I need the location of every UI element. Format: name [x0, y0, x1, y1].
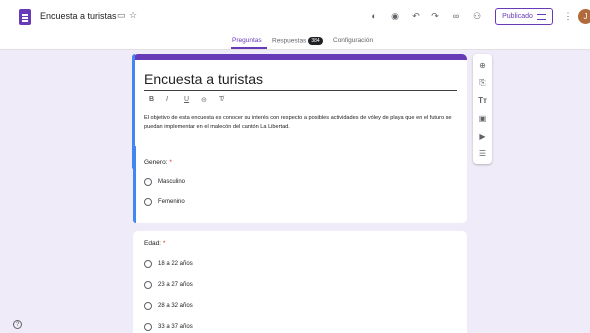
radio-button[interactable] [144, 323, 152, 331]
folder-icon[interactable]: ▭ [117, 10, 126, 21]
undo-icon[interactable]: ↶ [409, 9, 423, 23]
floating-toolbar: ⊕ ⎘ Tт ▣ ▶ ☰ [473, 54, 492, 164]
active-tab-indicator [231, 47, 267, 49]
radio-option[interactable]: Masculino [144, 178, 185, 186]
add-collaborator-icon[interactable]: ⚇ [470, 9, 484, 23]
radio-button[interactable] [144, 260, 152, 268]
add-section-icon[interactable]: ☰ [476, 147, 489, 160]
add-question-icon[interactable]: ⊕ [476, 59, 489, 72]
radio-button[interactable] [144, 302, 152, 310]
redo-icon[interactable]: ↷ [428, 9, 442, 23]
star-icon[interactable]: ☆ [129, 10, 137, 21]
italic-button[interactable]: I [166, 96, 168, 103]
tab-bar: Preguntas Respuestas 384 Configuración [0, 34, 590, 50]
title-underline [144, 90, 457, 91]
clear-format-icon[interactable]: T̸ [219, 96, 223, 103]
publish-button[interactable]: Publicado [495, 8, 553, 25]
focus-accent-bar [133, 146, 136, 223]
form-title[interactable]: Encuesta a turistas [144, 71, 263, 87]
insert-link-icon[interactable]: ⊝ [201, 96, 207, 104]
question-label: Edad: [144, 240, 161, 247]
form-description[interactable]: El objetivo de esta encuesta es conocer … [144, 114, 457, 131]
question-card-edad[interactable]: Edad: * 18 a 22 años 23 a 27 años 28 a 3… [133, 231, 467, 333]
add-video-icon[interactable]: ▶ [476, 130, 489, 143]
add-image-icon[interactable]: ▣ [476, 112, 489, 125]
more-options-icon[interactable]: ⋮ [561, 9, 575, 23]
document-title[interactable]: Encuesta a turistas [40, 11, 117, 21]
radio-button[interactable] [144, 178, 152, 186]
import-questions-icon[interactable]: ⎘ [476, 76, 489, 89]
option-label: Femenino [158, 199, 185, 205]
settings-sliders-icon [536, 13, 546, 20]
forms-logo-icon[interactable] [19, 9, 31, 25]
avatar[interactable]: J [578, 9, 590, 24]
help-icon[interactable]: ? [13, 320, 22, 329]
underline-button[interactable]: U [184, 96, 189, 103]
required-marker: * [169, 159, 172, 166]
responses-count-badge: 384 [308, 37, 323, 45]
option-label: 23 a 27 años [158, 282, 193, 288]
option-label: 28 a 32 años [158, 303, 193, 309]
link-icon[interactable]: ∞ [449, 9, 463, 23]
question-title: Edad: * [144, 240, 165, 247]
publish-label: Publicado [502, 13, 533, 20]
tab-preguntas[interactable]: Preguntas [232, 37, 262, 44]
required-marker: * [162, 240, 166, 247]
option-label: 33 a 37 años [158, 324, 193, 330]
radio-option[interactable]: 23 a 27 años [144, 281, 193, 289]
radio-option[interactable]: 28 a 32 años [144, 302, 193, 310]
option-label: 18 a 22 años [158, 261, 193, 267]
radio-option[interactable]: 33 a 37 años [144, 323, 193, 331]
palette-icon[interactable]: ◐ [367, 9, 381, 23]
radio-option[interactable]: 18 a 22 años [144, 260, 193, 268]
radio-button[interactable] [144, 198, 152, 206]
top-bar: Encuesta a turistas ▭ ☆ ◐ ◉ ↶ ↷ ∞ ⚇ Publ… [0, 0, 590, 34]
radio-option[interactable]: Femenino [144, 198, 185, 206]
question-label: Genero: [144, 159, 168, 166]
tab-respuestas[interactable]: Respuestas 384 [272, 37, 323, 45]
question-card-genero[interactable]: Genero: * Masculino Femenino [133, 146, 467, 223]
radio-button[interactable] [144, 281, 152, 289]
bold-button[interactable]: B [149, 96, 154, 103]
add-title-icon[interactable]: Tт [476, 94, 489, 107]
tab-configuracion[interactable]: Configuración [333, 37, 373, 44]
option-label: Masculino [158, 179, 186, 185]
preview-eye-icon[interactable]: ◉ [388, 9, 402, 23]
question-title: Genero: * [144, 159, 172, 166]
tab-respuestas-label: Respuestas [272, 37, 307, 45]
